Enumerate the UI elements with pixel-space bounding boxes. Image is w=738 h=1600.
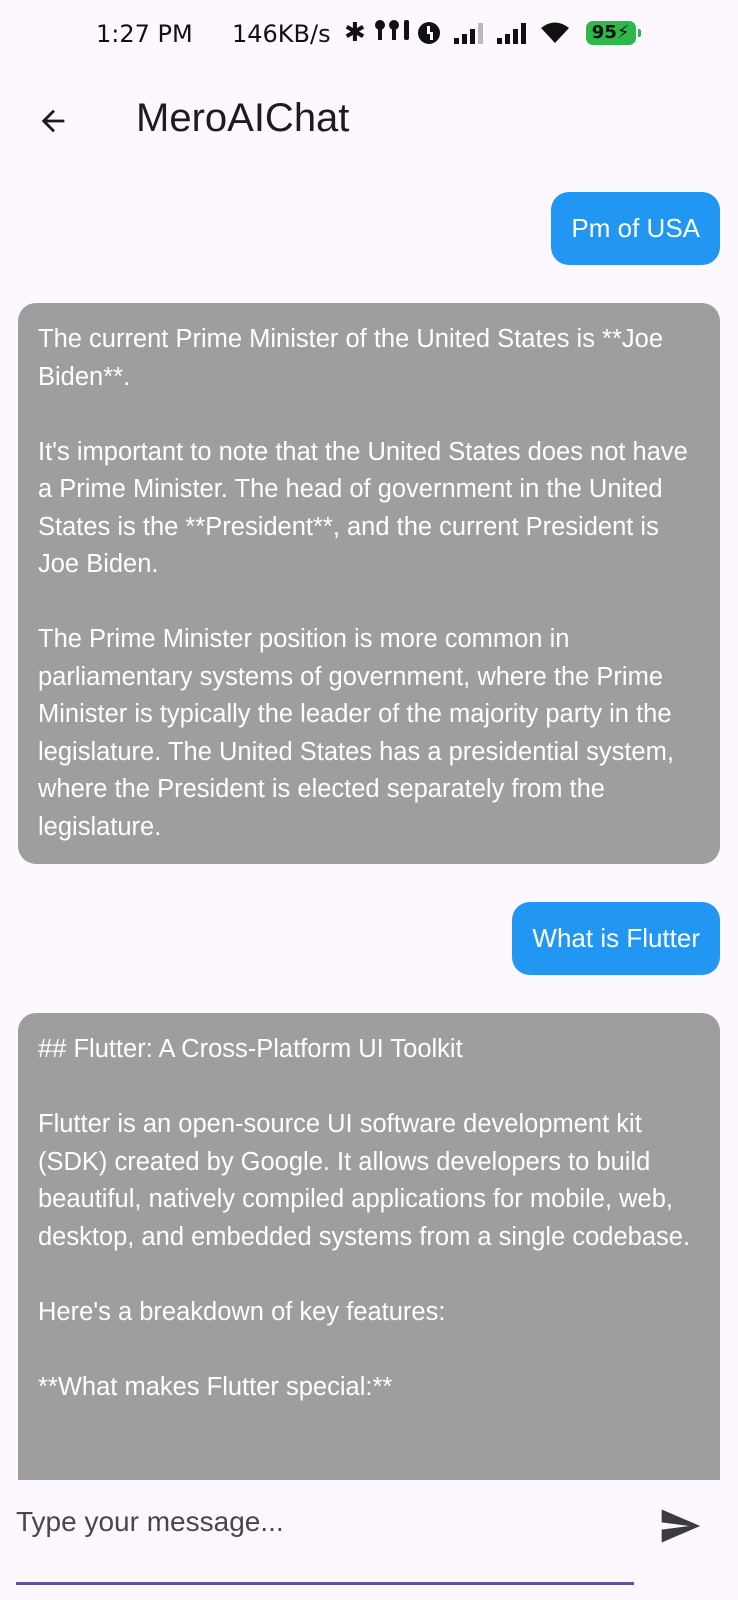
earbuds-icon: [372, 18, 412, 47]
battery-level: 95: [591, 21, 617, 43]
message-input-bar: [0, 1480, 738, 1600]
user-message-bubble[interactable]: What is Flutter: [512, 902, 720, 975]
status-bar: 1:27 PM 146KB/s ✱ 95⚡: [0, 0, 738, 72]
status-time: 1:27 PM: [96, 20, 193, 48]
bot-message-bubble[interactable]: The current Prime Minister of the United…: [18, 303, 720, 864]
app-bar: MeroAIChat: [0, 72, 738, 168]
user-message-bubble[interactable]: Pm of USA: [551, 192, 720, 265]
send-icon: [661, 1509, 701, 1543]
arrow-back-icon: [41, 109, 65, 133]
user-message-row: Pm of USA: [0, 192, 738, 265]
send-button[interactable]: [654, 1500, 706, 1552]
back-button[interactable]: [30, 98, 76, 144]
alarm-icon: [417, 21, 440, 44]
message-input[interactable]: [16, 1494, 634, 1550]
bot-message-bubble[interactable]: ## Flutter: A Cross-Platform UI Toolkit …: [18, 1013, 720, 1480]
battery-icon: 95⚡: [585, 20, 641, 45]
chat-list[interactable]: Pm of USA The current Prime Minister of …: [0, 176, 738, 1480]
network-speed: 146KB/s: [232, 20, 331, 48]
input-underline: [16, 1582, 634, 1585]
status-icons: ✱ 95⚡: [344, 17, 641, 48]
wifi-icon: [540, 22, 569, 43]
app-title: MeroAIChat: [136, 96, 350, 140]
charging-icon: ⚡: [616, 21, 630, 43]
user-message-row: What is Flutter: [0, 902, 738, 975]
signal-icon: [453, 22, 483, 44]
signal-icon: [496, 22, 526, 44]
bluetooth-icon: ✱: [344, 17, 366, 48]
